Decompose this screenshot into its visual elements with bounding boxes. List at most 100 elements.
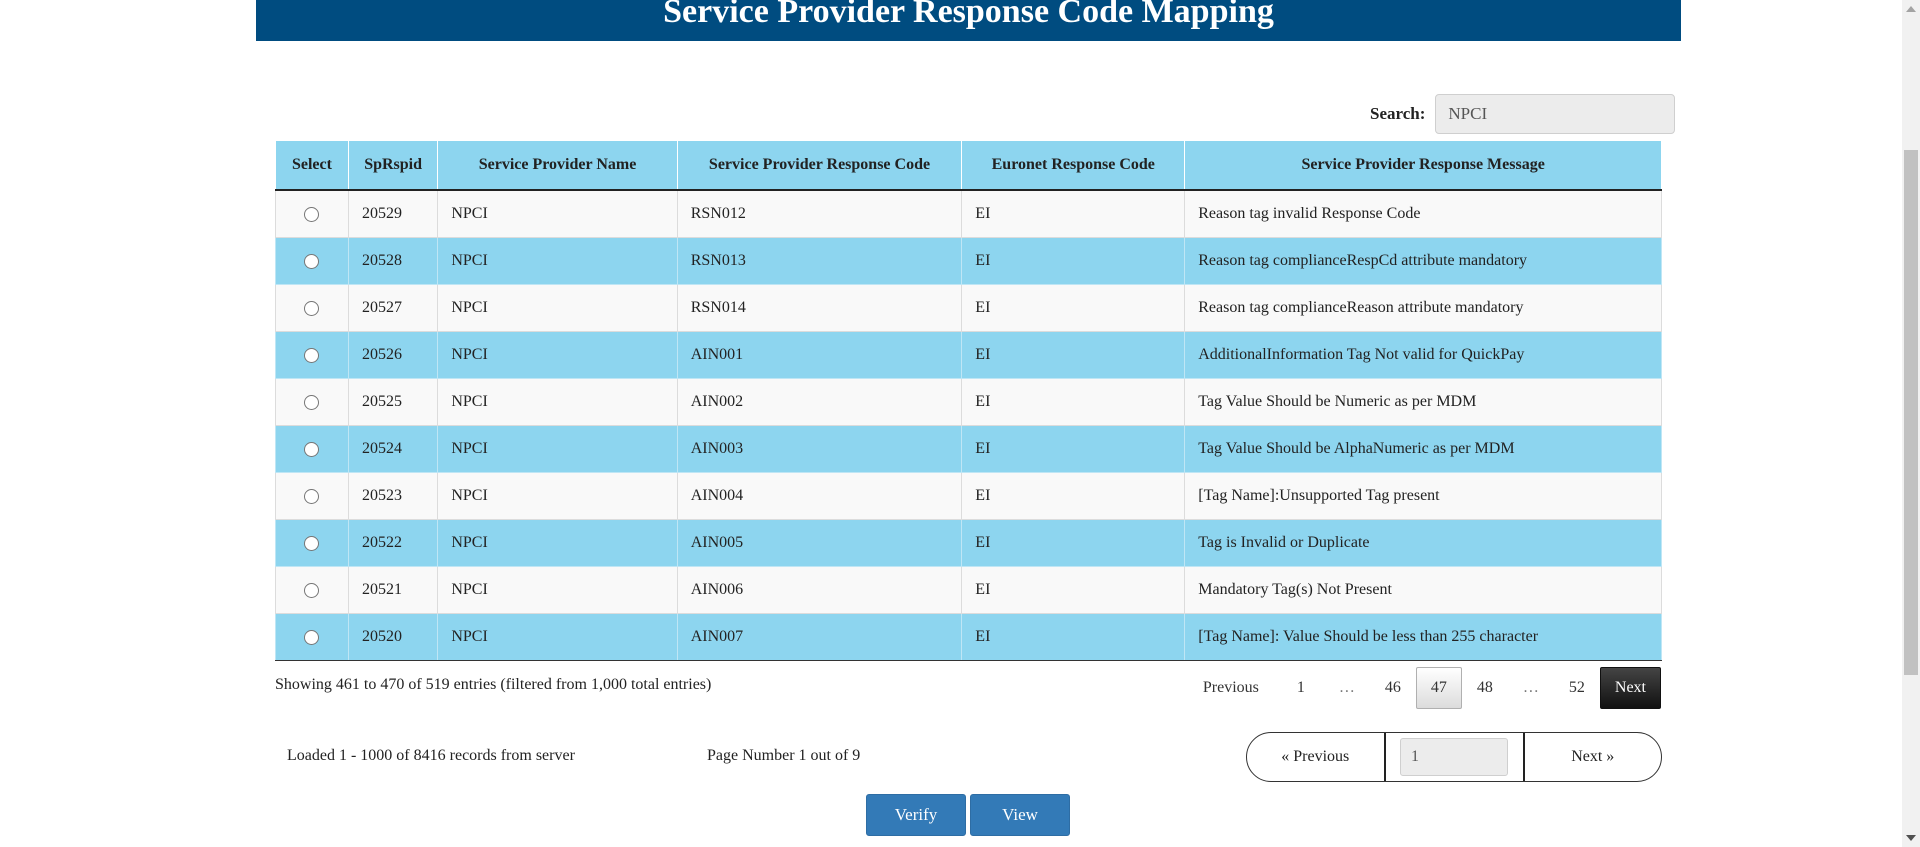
euronet-code-cell: EI: [961, 331, 1186, 379]
column-header-provider-code[interactable]: Service Provider Response Code: [676, 141, 963, 191]
column-header-provider-name[interactable]: Service Provider Name: [437, 141, 678, 191]
provider-name-cell: NPCI: [437, 284, 678, 332]
select-cell: [275, 378, 349, 426]
provider-code-cell: RSN012: [676, 189, 963, 238]
loaded-records-text: Loaded 1 - 1000 of 8416 records from ser…: [287, 747, 575, 764]
pagination-page-52[interactable]: 52: [1554, 667, 1600, 709]
provider-name-cell: NPCI: [437, 519, 678, 567]
table-row: 20521 NPCI AIN006 EI Mandatory Tag(s) No…: [275, 566, 1662, 614]
server-page-input[interactable]: [1400, 738, 1508, 776]
select-cell: [275, 189, 349, 238]
row-select-radio[interactable]: [304, 253, 320, 269]
page-title-bar: Service Provider Response Code Mapping: [256, 0, 1681, 41]
provider-code-cell: AIN003: [676, 425, 963, 473]
server-previous-button[interactable]: « Previous: [1247, 733, 1384, 781]
view-button[interactable]: View: [970, 794, 1070, 836]
table-info: Showing 461 to 470 of 519 entries (filte…: [275, 676, 712, 693]
row-select-radio[interactable]: [304, 488, 320, 504]
server-page-number-text: Page Number 1 out of 9: [707, 747, 861, 764]
server-page-input-wrap: [1383, 733, 1525, 781]
table-row: 20520 NPCI AIN007 EI [Tag Name]: Value S…: [275, 613, 1662, 661]
table-row: 20525 NPCI AIN002 EI Tag Value Should be…: [275, 378, 1662, 426]
table-row: 20529 NPCI RSN012 EI Reason tag invalid …: [275, 189, 1662, 238]
row-select-radio[interactable]: [304, 206, 320, 222]
pagination-ellipsis: …: [1522, 679, 1539, 696]
sprspid-cell: 20526: [347, 331, 439, 379]
table-row: 20522 NPCI AIN005 EI Tag is Invalid or D…: [275, 519, 1662, 567]
provider-name-cell: NPCI: [437, 425, 678, 473]
message-cell: Reason tag invalid Response Code: [1184, 189, 1662, 238]
euronet-code-cell: EI: [961, 284, 1186, 332]
sprspid-cell: 20527: [347, 284, 439, 332]
pagination-previous[interactable]: Previous: [1189, 667, 1278, 709]
select-cell: [275, 566, 349, 614]
row-select-radio[interactable]: [304, 582, 320, 598]
provider-code-cell: AIN006: [676, 566, 963, 614]
provider-code-cell: RSN014: [676, 284, 963, 332]
message-cell: Reason tag complianceReason attribute ma…: [1184, 284, 1662, 332]
row-select-radio[interactable]: [304, 441, 320, 457]
column-header-select[interactable]: Select: [275, 141, 349, 191]
column-header-provider-message[interactable]: Service Provider Response Message: [1184, 141, 1662, 191]
message-cell: Tag Value Should be Numeric as per MDM: [1184, 378, 1662, 426]
sprspid-cell: 20520: [347, 613, 439, 661]
pagination-next[interactable]: Next: [1599, 667, 1661, 709]
message-cell: Tag Value Should be AlphaNumeric as per …: [1184, 425, 1662, 473]
scroll-up-arrow-icon[interactable]: [1906, 6, 1916, 12]
euronet-code-cell: EI: [961, 472, 1186, 520]
pagination-page-48[interactable]: 48: [1462, 667, 1508, 709]
column-header-euronet-code[interactable]: Euronet Response Code: [961, 141, 1186, 191]
sprspid-cell: 20521: [347, 566, 439, 614]
message-cell: Reason tag complianceRespCd attribute ma…: [1184, 237, 1662, 285]
row-select-radio[interactable]: [304, 394, 320, 410]
euronet-code-cell: EI: [961, 425, 1186, 473]
provider-name-cell: NPCI: [437, 378, 678, 426]
sprspid-cell: 20523: [347, 472, 439, 520]
provider-code-cell: AIN004: [676, 472, 963, 520]
table-row: 20524 NPCI AIN003 EI Tag Value Should be…: [275, 425, 1662, 473]
table-row: 20528 NPCI RSN013 EI Reason tag complian…: [275, 237, 1662, 285]
vertical-scrollbar[interactable]: [1902, 0, 1920, 847]
select-cell: [275, 331, 349, 379]
provider-code-cell: RSN013: [676, 237, 963, 285]
provider-code-cell: AIN007: [676, 613, 963, 661]
provider-code-cell: AIN002: [676, 378, 963, 426]
select-cell: [275, 237, 349, 285]
provider-name-cell: NPCI: [437, 331, 678, 379]
search-input[interactable]: [1435, 94, 1676, 134]
row-select-radio[interactable]: [304, 535, 320, 551]
select-cell: [275, 613, 349, 661]
row-select-radio[interactable]: [304, 629, 320, 645]
provider-name-cell: NPCI: [437, 237, 678, 285]
sprspid-cell: 20522: [347, 519, 439, 567]
column-header-sprspid[interactable]: SpRspid: [347, 141, 439, 191]
message-cell: [Tag Name]: Value Should be less than 25…: [1184, 613, 1662, 661]
euronet-code-cell: EI: [961, 613, 1186, 661]
euronet-code-cell: EI: [961, 566, 1186, 614]
table-header-row: Select SpRspid Service Provider Name Ser…: [275, 141, 1662, 191]
select-cell: [275, 472, 349, 520]
message-cell: Mandatory Tag(s) Not Present: [1184, 566, 1662, 614]
page-title: Service Provider Response Code Mapping: [663, 0, 1274, 30]
row-select-radio[interactable]: [304, 347, 320, 363]
pagination-ellipsis: …: [1338, 679, 1355, 696]
table-row: 20527 NPCI RSN014 EI Reason tag complian…: [275, 284, 1662, 332]
scrollbar-thumb[interactable]: [1904, 150, 1918, 675]
provider-name-cell: NPCI: [437, 613, 678, 661]
action-buttons: Verify View: [866, 794, 1070, 836]
pagination-page-46[interactable]: 46: [1370, 667, 1416, 709]
table-pagination: Previous 1 … 46 47 48 … 52 Next: [1189, 667, 1661, 709]
page: Service Provider Response Code Mapping S…: [0, 0, 1920, 847]
pagination-page-1[interactable]: 1: [1278, 667, 1324, 709]
verify-button[interactable]: Verify: [866, 794, 966, 836]
server-next-button[interactable]: Next »: [1525, 733, 1662, 781]
provider-name-cell: NPCI: [437, 189, 678, 238]
table-row: 20523 NPCI AIN004 EI [Tag Name]:Unsuppor…: [275, 472, 1662, 520]
search-area: Search:: [1370, 92, 1676, 136]
sprspid-cell: 20529: [347, 189, 439, 238]
message-cell: AdditionalInformation Tag Not valid for …: [1184, 331, 1662, 379]
pagination-page-47-current[interactable]: 47: [1415, 667, 1462, 709]
scroll-down-arrow-icon[interactable]: [1906, 835, 1916, 841]
row-select-radio[interactable]: [304, 300, 320, 316]
euronet-code-cell: EI: [961, 378, 1186, 426]
